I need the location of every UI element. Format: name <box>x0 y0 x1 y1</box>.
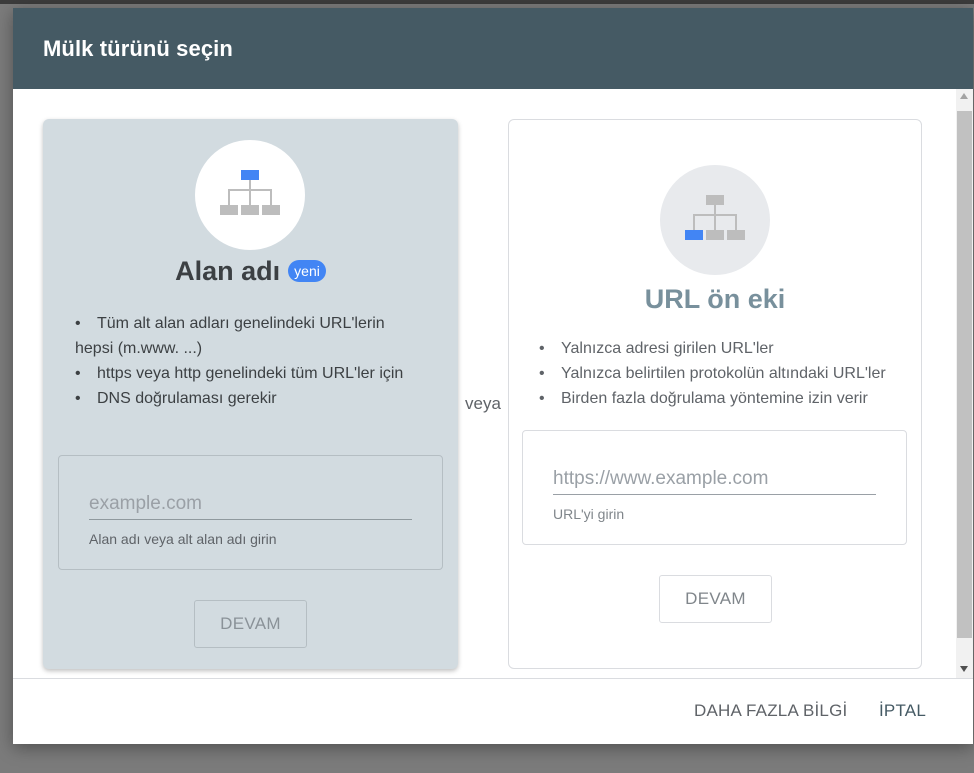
domain-title-row: Alan adı yeni <box>43 256 458 287</box>
url-card-title: URL ön eki <box>644 284 786 314</box>
url-continue-button[interactable]: DEVAM <box>659 575 772 623</box>
url-input[interactable] <box>553 463 876 495</box>
list-item: • Tüm alt alan adları genelindeki URL'ler… <box>75 315 385 357</box>
scroll-down-arrow-icon[interactable] <box>960 666 968 672</box>
domain-property-card[interactable]: Alan adı yeni • Tüm alt alan adları geneli… <box>43 119 458 669</box>
domain-icon-circle <box>195 140 305 250</box>
more-info-button[interactable]: DAHA FAZLA BİLGİ <box>694 701 847 721</box>
url-input-helper: URL'yi girin <box>553 506 625 522</box>
list-item: • https veya http genelindeki tüm URL'ler… <box>75 365 404 382</box>
domain-input-box: Alan adı veya alt alan adı girin <box>58 455 443 570</box>
domain-card-title: Alan adı <box>175 256 281 286</box>
domain-feature-list: • Tüm alt alan adları genelindeki URL'ler… <box>75 311 415 411</box>
dialog-title: Mülk türünü seçin <box>43 36 233 61</box>
scrollbar-thumb[interactable] <box>957 111 972 638</box>
url-icon-circle <box>660 165 770 275</box>
domain-input[interactable] <box>89 488 412 520</box>
url-input-box: URL'yi girin <box>522 430 907 545</box>
domain-input-helper: Alan adı veya alt alan adı girin <box>89 531 277 547</box>
list-item: • DNS doğrulaması gerekir <box>75 390 277 407</box>
new-badge: yeni <box>288 260 326 282</box>
vertical-scrollbar[interactable] <box>956 89 973 678</box>
cancel-button[interactable]: İPTAL <box>879 701 926 721</box>
dialog-footer: DAHA FAZLA BİLGİ İPTAL <box>13 678 973 744</box>
url-feature-list: • Yalnızca adresi girilen URL'ler • Yalnız… <box>539 336 909 411</box>
or-separator: veya <box>465 394 501 413</box>
list-item: • Yalnızca belirtilen protokolün altındak… <box>539 365 886 382</box>
dialog-header: Mülk türünü seçin <box>13 8 973 89</box>
sitemap-icon <box>685 195 745 240</box>
scroll-up-arrow-icon[interactable] <box>960 93 968 99</box>
dialog-body: Alan adı yeni • Tüm alt alan adları geneli… <box>13 89 973 678</box>
list-item: • Birden fazla doğrulama yöntemine izin v… <box>539 390 868 407</box>
list-item: • Yalnızca adresi girilen URL'ler <box>539 340 774 357</box>
sitemap-icon <box>220 170 280 215</box>
domain-continue-button[interactable]: DEVAM <box>194 600 307 648</box>
background-topbar <box>0 0 974 4</box>
url-title-row: URL ön eki <box>509 284 921 315</box>
url-prefix-property-card[interactable]: URL ön eki • Yalnızca adresi girilen URL'… <box>508 119 922 669</box>
property-type-dialog: Mülk türünü seçin Alan adı yeni • Tüm al… <box>13 8 973 744</box>
